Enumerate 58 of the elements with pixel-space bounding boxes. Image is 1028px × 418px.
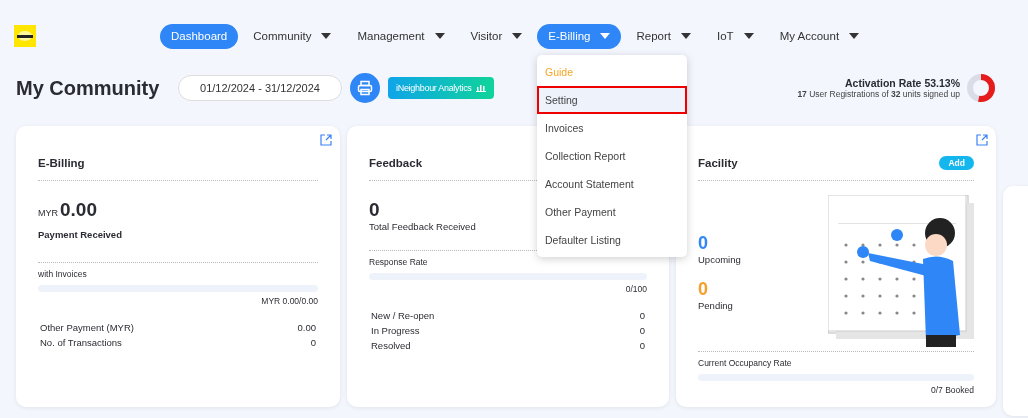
caret-icon — [849, 33, 860, 39]
nav-tab[interactable]: IoT — [706, 23, 765, 49]
feedback-count: 0 — [369, 199, 380, 221]
amount-label: Payment Received — [38, 229, 122, 240]
date-range-field[interactable]: 01/12/2024 - 31/12/2024 — [178, 75, 342, 101]
row-label: Resolved — [371, 339, 411, 353]
caret-icon — [681, 33, 691, 39]
menu-item[interactable]: Defaulter Listing — [537, 226, 687, 254]
row-value: 0 — [310, 336, 316, 350]
row-value: 0.00 — [297, 321, 316, 335]
nav-tab[interactable]: Management — [346, 23, 456, 49]
nav-tab[interactable]: E-Billing — [537, 23, 622, 49]
caret-icon — [600, 33, 611, 39]
caret-icon — [434, 33, 445, 39]
bar-reading: 0/100 — [624, 284, 647, 294]
menu-item[interactable]: Invoices — [537, 114, 687, 142]
activation-rate: Activation Rate 53.13% — [845, 77, 960, 89]
card-title: E-Billing — [38, 156, 85, 169]
nav-tab[interactable]: Dashboard — [160, 23, 239, 49]
external-link-icon[interactable] — [976, 134, 988, 146]
caret-icon — [512, 33, 523, 39]
card-title: Feedback — [369, 156, 423, 169]
count-label: Total Feedback Received — [369, 221, 476, 232]
row-value: 0 — [639, 339, 645, 353]
menu-item[interactable]: Account Statement — [537, 170, 687, 198]
bar-label: with Invoices — [38, 269, 88, 279]
registration-summary: 17 User Registrations of 32 units signed up — [797, 89, 960, 99]
nav-tab[interactable]: Visitor — [459, 23, 534, 49]
nav-tab[interactable]: Community — [242, 23, 343, 49]
nav-tab[interactable]: Report — [625, 23, 702, 49]
card-title: Facility — [698, 156, 738, 169]
print-button[interactable] — [350, 73, 380, 103]
row-label: In Progress — [371, 324, 420, 338]
bar-reading: MYR 0.00/0.00 — [260, 296, 318, 306]
menu-item[interactable]: Other Payment — [537, 198, 687, 226]
page-title: My Community — [16, 76, 161, 100]
row-value: 0 — [639, 309, 645, 323]
bar-chart-icon — [475, 84, 486, 92]
bar-label: Current Occupancy Rate — [698, 358, 793, 368]
row-label: No. of Transactions — [40, 336, 122, 350]
row-label: New / Re-open — [371, 309, 435, 323]
nav-tab[interactable]: My Account — [768, 23, 871, 49]
printer-icon — [357, 80, 373, 96]
pending-label: Pending — [698, 300, 734, 311]
row-value: 0 — [639, 324, 645, 338]
bar-reading: 0/7 Booked — [930, 385, 974, 395]
payment-amount: MYR 0.00 — [38, 199, 97, 221]
activation-ring — [966, 73, 996, 103]
external-link-icon[interactable] — [320, 134, 332, 146]
upcoming-label: Upcoming — [698, 254, 741, 265]
menu-item[interactable]: Setting — [537, 86, 687, 114]
caret-icon — [743, 33, 754, 39]
row-label: Other Payment (MYR) — [40, 321, 134, 335]
upcoming-count: 0 — [698, 233, 709, 254]
bar-label: Response Rate — [369, 257, 429, 267]
pending-count: 0 — [698, 279, 709, 300]
menu-item[interactable]: Collection Report — [537, 142, 687, 170]
caret-icon — [321, 33, 332, 39]
